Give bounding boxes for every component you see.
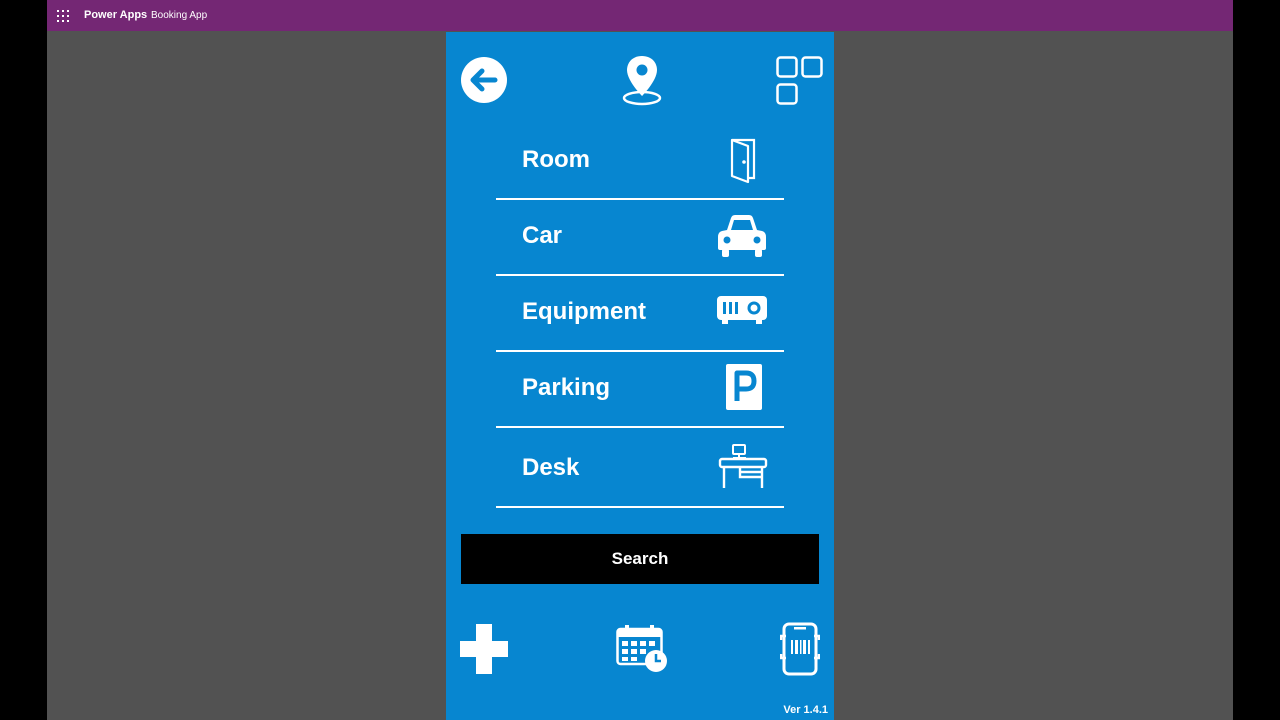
app-launcher-icon[interactable] [57,10,69,22]
phone-barcode-scan-icon[interactable] [780,622,820,676]
app-grid-icon[interactable] [776,56,824,106]
brand-name: Power Apps [84,9,148,21]
calendar-clock-icon[interactable] [616,624,670,674]
booking-screen: Room Car Equipment Parking Desk Search V… [446,32,834,720]
car-icon [716,212,768,260]
menu-item-room[interactable]: Room [496,124,784,200]
menu-item-label: Equipment [522,298,646,325]
search-button[interactable]: Search [461,534,819,584]
menu-item-label: Desk [522,454,580,481]
menu-item-equipment[interactable]: Equipment [496,276,784,352]
door-icon [728,136,758,184]
desk-icon [718,442,768,492]
parking-icon [726,364,762,412]
projector-icon [716,294,768,328]
menu-item-parking[interactable]: Parking [496,352,784,428]
version-label: Ver 1.4.1 [783,704,828,716]
menu-item-car[interactable]: Car [496,200,784,276]
menu-item-desk[interactable]: Desk [496,428,784,508]
back-arrow-icon[interactable] [460,56,508,104]
menu-item-label: Car [522,222,563,249]
app-name: Booking App [151,10,208,21]
location-pin-icon[interactable] [622,54,662,108]
menu-item-label: Room [522,146,590,173]
top-bar: Power Apps Booking App [47,0,1233,31]
menu-item-label: Parking [522,374,611,401]
add-plus-icon[interactable] [460,624,508,674]
